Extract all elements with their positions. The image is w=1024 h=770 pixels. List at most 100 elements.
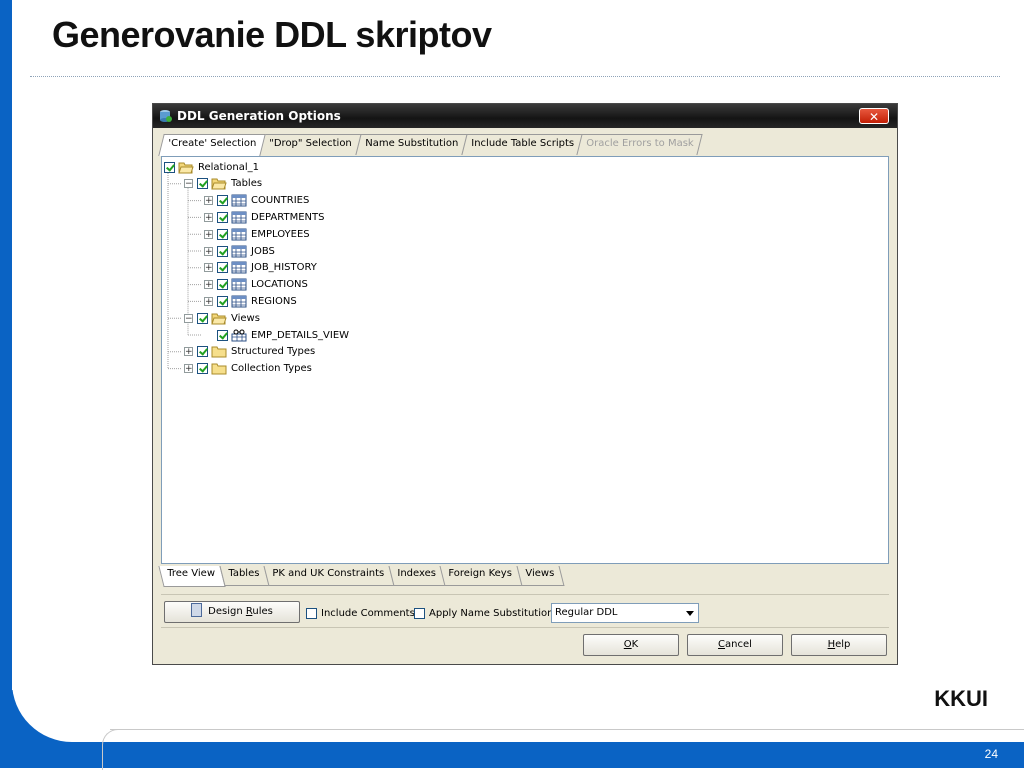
- tab-create-selection[interactable]: 'Create' Selection: [158, 134, 266, 156]
- tab-name-substitution[interactable]: Name Substitution: [354, 134, 468, 155]
- include-comments-label: Include Comments: [321, 608, 415, 619]
- tab-label: Views: [525, 568, 555, 579]
- tree-node-checkbox[interactable]: [217, 211, 228, 223]
- apply-name-substitution-checkbox[interactable]: Apply Name Substitution: [414, 608, 553, 619]
- tree-node-checkbox[interactable]: [197, 363, 208, 375]
- tab-label: Foreign Keys: [448, 568, 513, 579]
- table-icon: [231, 211, 247, 224]
- tree-node[interactable]: + Collection Types: [184, 361, 312, 377]
- ddl-type-value: Regular DDL: [555, 607, 618, 618]
- tab-label: 'Create' Selection: [168, 138, 257, 149]
- tree-node[interactable]: + LOCATIONS: [204, 277, 308, 293]
- tab-indexes-bottom[interactable]: Indexes: [388, 566, 446, 586]
- expand-icon[interactable]: +: [204, 280, 213, 290]
- tree-node[interactable]: + COUNTRIES: [204, 193, 309, 209]
- tree-node[interactable]: + DEPARTMENTS: [204, 209, 324, 225]
- expand-icon[interactable]: +: [184, 364, 193, 374]
- expand-icon[interactable]: +: [204, 263, 213, 273]
- dialog-titlebar[interactable]: DDL Generation Options ✕: [153, 104, 897, 128]
- tab-label: Indexes: [397, 568, 436, 579]
- tree-node-checkbox[interactable]: [217, 195, 228, 207]
- tree-node[interactable]: + REGIONS: [204, 293, 297, 309]
- slide-footer-hook: [102, 729, 123, 770]
- include-comments-box[interactable]: [306, 608, 317, 619]
- tab-include-table-scripts[interactable]: Include Table Scripts: [460, 134, 584, 155]
- expand-icon[interactable]: +: [204, 296, 213, 306]
- tab-pk-and-uk-constraints-bottom[interactable]: PK and UK Constraints: [263, 566, 395, 586]
- slide-footer-rule: [110, 729, 1024, 730]
- ok-button[interactable]: OK: [583, 634, 679, 656]
- tree-node-label: COUNTRIES: [251, 195, 310, 207]
- tab-views-bottom[interactable]: Views: [516, 566, 565, 586]
- design-rules-label-post: ules: [252, 606, 273, 617]
- help-button[interactable]: Help: [791, 634, 887, 656]
- tree-node-checkbox[interactable]: [217, 329, 228, 341]
- expand-icon[interactable]: +: [204, 196, 213, 206]
- include-comments-checkbox[interactable]: Include Comments: [306, 608, 415, 619]
- tab-oracle-errors-to-mask: Oracle Errors to Mask: [576, 134, 704, 155]
- ok-label-rest: K: [631, 639, 639, 650]
- tree-node[interactable]: EMP_DETAILS_VIEW: [204, 327, 349, 343]
- tab-label: Name Substitution: [364, 138, 458, 149]
- tree-node[interactable]: − Tables: [184, 176, 262, 192]
- tree-node-label: Tables: [231, 178, 263, 190]
- expand-icon[interactable]: +: [204, 229, 213, 239]
- expand-icon[interactable]: +: [184, 347, 193, 357]
- tree-node[interactable]: + Structured Types: [184, 344, 315, 360]
- apply-name-substitution-box[interactable]: [414, 608, 425, 619]
- tree-view-panel[interactable]: Relational_1 − Tables + COUNTRIES + DEPARTMENT…: [161, 156, 889, 564]
- folder-icon: [211, 345, 227, 358]
- table-icon: [231, 278, 247, 291]
- cancel-label-rest: ancel: [725, 639, 752, 650]
- tree-node-checkbox[interactable]: [197, 178, 208, 190]
- expand-icon[interactable]: +: [204, 246, 213, 256]
- tree-node-checkbox[interactable]: [217, 228, 228, 240]
- tree-node-checkbox[interactable]: [217, 262, 228, 274]
- tree-node-label: REGIONS: [251, 295, 297, 307]
- close-button[interactable]: ✕: [859, 108, 889, 124]
- tree-node-checkbox[interactable]: [217, 295, 228, 307]
- options-row: Design Rules Include Comments Apply Name…: [161, 594, 889, 628]
- apply-name-substitution-label: Apply Name Substitution: [429, 608, 554, 619]
- tree-node[interactable]: + EMPLOYEES: [204, 226, 310, 242]
- dialog-title: DDL Generation Options: [177, 109, 341, 123]
- cancel-button[interactable]: Cancel: [687, 634, 783, 656]
- slide-title: Generovanie DDL skriptov: [52, 14, 492, 55]
- view-icon: [231, 329, 247, 342]
- table-icon: [231, 245, 247, 258]
- page-number: 24: [984, 747, 998, 761]
- chevron-down-icon[interactable]: [686, 611, 694, 616]
- tab-tables-bottom[interactable]: Tables: [219, 566, 270, 586]
- collapse-icon[interactable]: −: [184, 179, 193, 189]
- help-mnemonic: H: [827, 639, 836, 650]
- tree-node-checkbox[interactable]: [197, 346, 208, 358]
- design-rules-button[interactable]: Design Rules: [164, 601, 300, 623]
- tab-drop-selection[interactable]: "Drop" Selection: [259, 134, 362, 155]
- tree-node-label: LOCATIONS: [251, 279, 308, 291]
- tab-foreign-keys-bottom[interactable]: Foreign Keys: [439, 566, 523, 586]
- folder-open-icon: [178, 161, 194, 174]
- expand-icon[interactable]: +: [204, 212, 213, 222]
- tree-node-label: Collection Types: [231, 363, 312, 375]
- slide-bottom-bar: [0, 742, 1024, 768]
- tree-node[interactable]: − Views: [184, 310, 260, 326]
- tab-label: Tables: [228, 568, 260, 579]
- help-label-rest: elp: [835, 639, 851, 650]
- ddl-type-select[interactable]: Regular DDL: [551, 603, 699, 623]
- bottom-tab-strip: Tree View Tables PK and UK Constraints Inde…: [158, 566, 565, 587]
- tree-node-checkbox[interactable]: [197, 312, 208, 324]
- tree-node-checkbox[interactable]: [217, 279, 228, 291]
- folder-open-icon: [211, 312, 227, 325]
- tab-label: "Drop" Selection: [269, 138, 352, 149]
- tree-node[interactable]: + JOBS: [204, 243, 275, 259]
- tree-node-checkbox[interactable]: [217, 245, 228, 257]
- tree-node[interactable]: Relational_1: [164, 159, 259, 175]
- design-rules-label-pre: Design: [208, 606, 246, 617]
- tree-node-checkbox[interactable]: [164, 161, 175, 173]
- design-rules-icon: [191, 603, 203, 617]
- tree-node[interactable]: + JOB_HISTORY: [204, 260, 317, 276]
- tree-node-label: EMP_DETAILS_VIEW: [251, 329, 350, 341]
- tab-tree-view-bottom[interactable]: Tree View: [158, 566, 226, 587]
- collapse-icon[interactable]: −: [184, 313, 193, 323]
- tree-node-label: JOB_HISTORY: [251, 262, 317, 274]
